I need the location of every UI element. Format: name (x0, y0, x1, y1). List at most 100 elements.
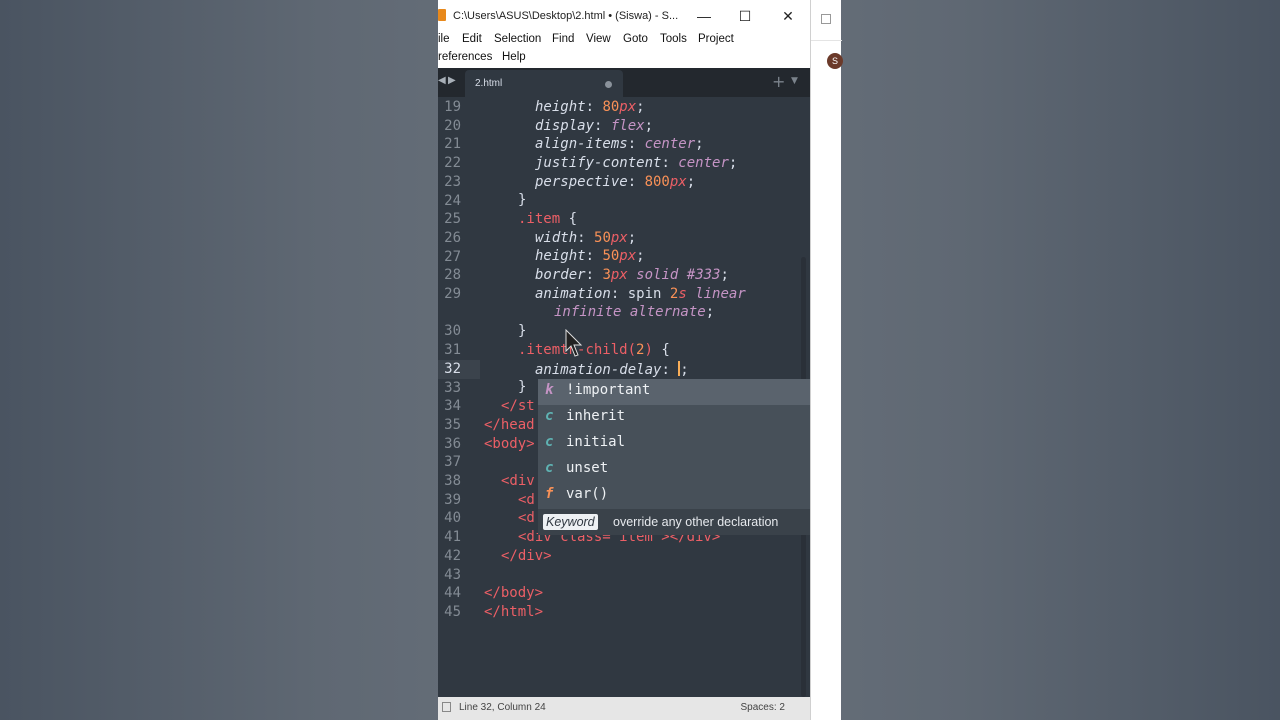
autocomplete-item[interactable]: f var() (538, 483, 810, 509)
line-number: 34 (444, 398, 461, 415)
unsaved-dot-icon[interactable] (605, 81, 612, 88)
code-line-36: <body> (484, 436, 535, 452)
line-number: 21 (444, 136, 461, 153)
code-line-22: justify-content: center; (535, 155, 738, 171)
line-number: 43 (444, 566, 461, 583)
menu-file[interactable]: ile (438, 33, 450, 45)
panel-toggle-icon[interactable] (442, 702, 451, 712)
line-number: 25 (444, 211, 461, 228)
line-number: 38 (444, 473, 461, 489)
autocomplete-item[interactable]: c initial (538, 431, 810, 457)
line-number: 29 (444, 286, 461, 302)
code-line-28: border: 3px solid #333; (535, 267, 729, 283)
code-line-29: animation: spin 2s linear (535, 286, 746, 302)
sublime-logo-icon (438, 9, 446, 21)
line-number: 22 (444, 155, 461, 172)
menu-selection[interactable]: Selection (494, 33, 541, 45)
cursor-position: Line 32, Column 24 (459, 702, 546, 713)
autocomplete-footer: Keyword override any other declaration (538, 509, 810, 535)
code-line-39: <d (518, 492, 535, 508)
line-number: 35 (444, 416, 461, 433)
line-number: 27 (444, 248, 461, 265)
code-line-44: </body> (484, 585, 544, 601)
completion-label: inherit (566, 408, 626, 424)
completion-kind-icon: c (545, 434, 554, 450)
autocomplete-item[interactable]: c unset (538, 457, 810, 483)
menu-bar: ile Edit Selection Find View Goto Tools … (438, 32, 810, 68)
code-line-42: </div> (501, 548, 552, 564)
completion-label: initial (566, 434, 626, 450)
line-number: 19 (444, 99, 461, 115)
autocomplete-item[interactable]: k !important (538, 379, 810, 405)
window-square-icon (821, 14, 831, 24)
code-line-40: <d (518, 510, 535, 526)
line-number: 33 (444, 379, 461, 396)
tab-menu-icon[interactable]: ▼ (791, 76, 798, 86)
indentation-setting[interactable]: Spaces: 2 (741, 702, 785, 713)
code-line-32: animation-delay: ; (535, 361, 689, 378)
tab-bar: ◀ ▶ 2.html + ▼ (438, 68, 810, 97)
menu-tools[interactable]: Tools (660, 33, 687, 45)
status-bar: Line 32, Column 24 Spaces: 2 (438, 697, 810, 720)
window-divider (811, 40, 842, 41)
mouse-pointer-icon (565, 329, 583, 357)
completion-label: var() (566, 486, 609, 502)
line-number: 40 (444, 510, 461, 527)
menu-edit[interactable]: Edit (462, 33, 482, 45)
line-number: 42 (444, 547, 461, 564)
line-number: 28 (444, 267, 461, 284)
menu-preferences[interactable]: references (438, 51, 492, 63)
code-line-34: </st (501, 398, 535, 414)
line-number: 45 (444, 603, 461, 620)
title-bar: C:\Users\ASUS\Desktop\2.html • (Siswa) -… (438, 0, 810, 32)
code-line-29-wrap: infinite alternate; (554, 304, 715, 320)
keyword-badge: Keyword (543, 514, 598, 530)
line-number: 44 (444, 585, 461, 602)
completion-label: unset (566, 460, 609, 476)
line-number: 30 (444, 323, 461, 340)
code-line-27: height: 50px; (535, 248, 645, 264)
menu-find[interactable]: Find (552, 33, 574, 45)
line-number: 32 (444, 360, 461, 377)
code-line-45: </html> (484, 604, 544, 620)
menu-help[interactable]: Help (502, 51, 526, 63)
code-line-38: <div (501, 473, 535, 489)
line-number: 41 (444, 529, 461, 546)
maximize-button[interactable]: ☐ (731, 6, 759, 26)
line-number: 23 (444, 173, 461, 190)
line-number: 31 (444, 342, 461, 359)
code-line-25: .item { (518, 211, 578, 227)
line-number: 39 (444, 491, 461, 508)
code-line-31: .itemth-child(2) { (518, 342, 670, 358)
autocomplete-popup: k !important c inherit c initial c unset f var() … (538, 379, 810, 535)
code-line-24: } (518, 192, 527, 208)
new-tab-icon[interactable]: + (772, 72, 785, 91)
line-number: 37 (444, 454, 461, 471)
autocomplete-description: override any other declaration (613, 515, 779, 529)
code-line-33: } (518, 379, 527, 395)
line-number: 26 (444, 229, 461, 246)
minimize-button[interactable]: — (690, 6, 718, 26)
completion-kind-icon: f (545, 486, 554, 502)
tab-nav-left-icon[interactable]: ◀ (438, 75, 446, 86)
code-line-35: </head (484, 417, 535, 433)
avatar[interactable]: S (827, 53, 843, 69)
code-line-30: } (518, 323, 527, 339)
completion-kind-icon: c (545, 408, 554, 424)
close-button[interactable]: ✕ (774, 6, 802, 26)
code-editor[interactable]: 19 20 21 22 23 24 25 26 27 28 29 30 31 32 33 34 35 36 37 38… (438, 97, 810, 697)
sublime-text-window: C:\Users\ASUS\Desktop\2.html • (Siswa) -… (438, 0, 810, 720)
menu-project[interactable]: Project (698, 33, 734, 45)
line-number: 24 (444, 192, 461, 209)
tab-nav-right-icon[interactable]: ▶ (448, 75, 456, 86)
line-number: 20 (444, 117, 461, 134)
autocomplete-item[interactable]: c inherit (538, 405, 810, 431)
menu-view[interactable]: View (586, 33, 611, 45)
code-line-20: display: flex; (535, 118, 654, 134)
menu-goto[interactable]: Goto (623, 33, 648, 45)
code-line-26: width: 50px; (535, 230, 637, 246)
window-title: C:\Users\ASUS\Desktop\2.html • (Siswa) -… (453, 10, 679, 22)
completion-kind-icon: k (545, 382, 554, 398)
tab-2-html[interactable]: 2.html (465, 70, 623, 97)
tab-label: 2.html (475, 78, 503, 89)
